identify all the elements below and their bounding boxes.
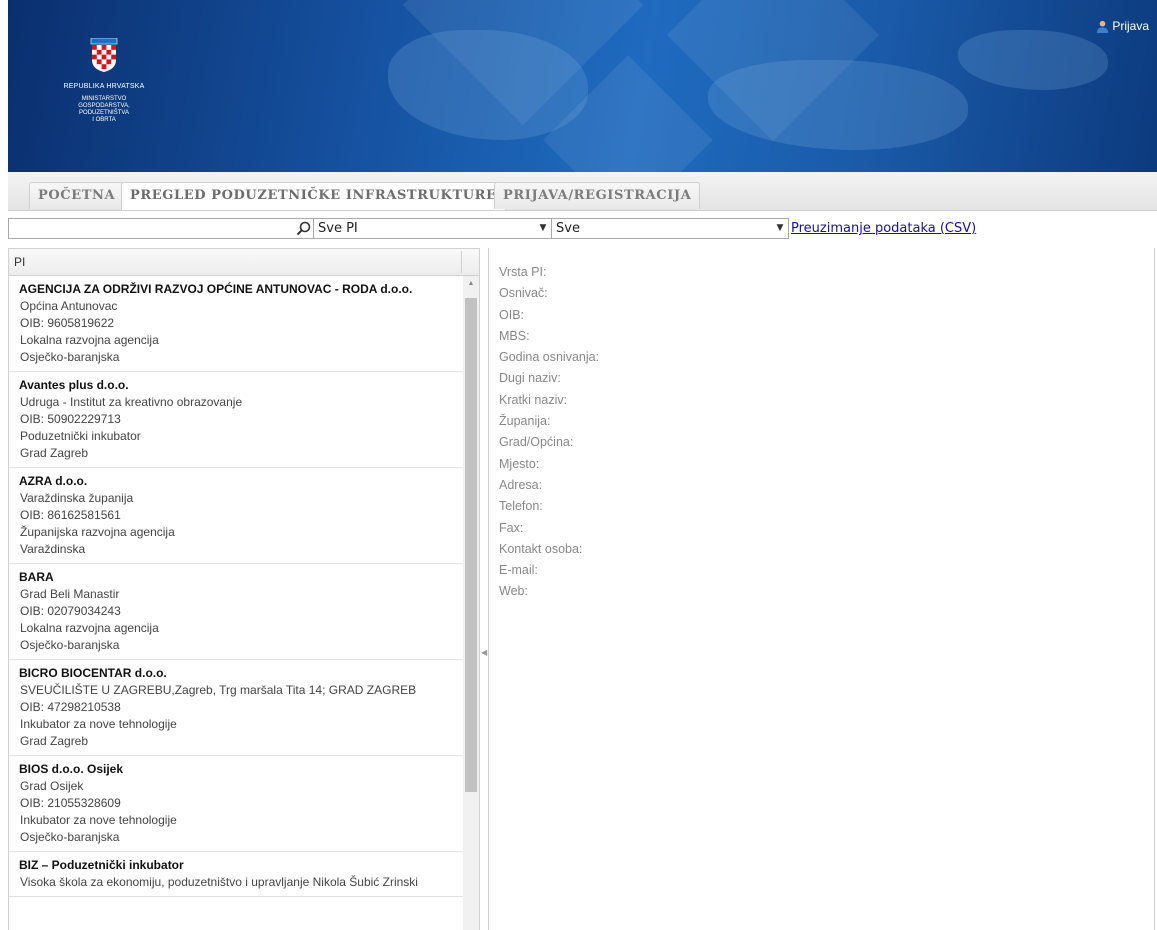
country-name: REPUBLIKA HRVATSKA	[63, 83, 145, 90]
search-input[interactable]	[8, 218, 314, 239]
detail-field: Mjesto:	[499, 456, 540, 471]
item-type: Lokalna razvojna agencija	[20, 333, 159, 347]
list-item[interactable]: BARA Grad Beli Manastir OIB: 02079034243…	[9, 564, 463, 660]
item-county: Osječko-baranjska	[20, 830, 120, 844]
login-link[interactable]: Prijava	[1096, 19, 1149, 33]
infrastructure-list: AGENCIJA ZA ODRŽIVI RAZVOJ OPĆINE ANTUNO…	[9, 276, 463, 897]
detail-field: Fax:	[499, 520, 524, 535]
item-type: Inkubator za nove tehnologije	[20, 717, 177, 731]
tab-pregled-infrastrukture[interactable]: PREGLED PODUZETNIČKE INFRASTRUKTURE	[121, 182, 506, 210]
ministry-logo: REPUBLIKA HRVATSKA MINISTARSTVO GOSPODAR…	[54, 37, 154, 124]
item-type: Lokalna razvojna agencija	[20, 621, 159, 635]
item-founder: Varaždinska županija	[20, 491, 134, 505]
list-item[interactable]: BIZ – Poduzetnički inkubator Visoka škol…	[9, 852, 463, 897]
detail-field: MBS:	[499, 328, 530, 343]
item-oib: OIB: 02079034243	[20, 604, 121, 618]
detail-field: Osnivač:	[499, 286, 548, 301]
item-name: BIOS d.o.o. Osijek	[19, 762, 124, 776]
item-type: Inkubator za nove tehnologije	[20, 813, 177, 827]
tab-prijava-registracija[interactable]: PRIJAVA/REGISTRACIJA	[494, 182, 701, 209]
item-name: AGENCIJA ZA ODRŽIVI RAZVOJ OPĆINE ANTUNO…	[19, 282, 413, 296]
item-name: BARA	[19, 570, 54, 584]
item-county: Grad Zagreb	[20, 734, 89, 748]
item-oib: OIB: 86162581561	[20, 508, 121, 522]
list-column-header[interactable]: PI	[9, 249, 479, 276]
list-item[interactable]: AZRA d.o.o. Varaždinska županija OIB: 86…	[9, 468, 463, 564]
item-oib: OIB: 50902229713	[20, 412, 121, 426]
tab-pocetna[interactable]: POČETNA	[29, 182, 125, 209]
scroll-up-icon[interactable]: ▲	[463, 276, 479, 292]
detail-field: Godina osnivanja:	[499, 350, 600, 365]
user-icon	[1097, 20, 1109, 33]
list-item[interactable]: BIOS d.o.o. Osijek Grad Osijek OIB: 2105…	[9, 756, 463, 852]
item-founder: Visoka škola za ekonomiju, poduzetništvo…	[20, 875, 418, 889]
search-icon[interactable]	[295, 220, 312, 237]
panel-splitter[interactable]: ◀	[480, 248, 489, 930]
item-name: BICRO BIOCENTAR d.o.o.	[19, 666, 167, 680]
item-county: Grad Zagreb	[20, 446, 89, 460]
collapse-arrow-icon[interactable]: ◀	[481, 648, 487, 657]
detail-field: Kontakt osoba:	[499, 541, 583, 556]
item-county: Varaždinska	[20, 542, 86, 556]
chevron-down-icon: ▼	[539, 223, 547, 233]
item-type: Županijska razvojna agencija	[20, 525, 175, 539]
item-founder: SVEUČILIŠTE U ZAGREBU,Zagreb, Trg maršal…	[20, 683, 417, 697]
coat-of-arms-icon	[90, 37, 118, 72]
list-item[interactable]: Avantes plus d.o.o. Udruga - Institut za…	[9, 372, 463, 468]
detail-field: Županija:	[499, 414, 551, 429]
item-oib: OIB: 9605819622	[20, 316, 115, 330]
scrollbar-thumb[interactable]	[465, 298, 477, 792]
item-county: Osječko-baranjska	[20, 638, 120, 652]
detail-panel: Vrsta PI: Osnivač: OIB: MBS: Godina osni…	[499, 262, 599, 603]
main-nav: POČETNA PREGLED PODUZETNIČKE INFRASTRUKT…	[8, 172, 1157, 211]
item-name: BIZ – Poduzetnički inkubator	[19, 858, 184, 872]
item-oib: OIB: 47298210538	[20, 700, 121, 714]
detail-field: Telefon:	[499, 499, 543, 514]
detail-field: Web:	[499, 584, 528, 599]
item-oib: OIB: 21055328609	[20, 796, 121, 810]
detail-field: E-mail:	[499, 563, 538, 578]
detail-field: Grad/Općina:	[499, 435, 574, 450]
list-item[interactable]: AGENCIJA ZA ODRŽIVI RAZVOJ OPĆINE ANTUNO…	[9, 276, 463, 372]
ministry-name: MINISTARSTVO GOSPODARSTVA, PODUZETNIŠTVA…	[78, 96, 130, 123]
item-founder: Grad Beli Manastir	[20, 587, 120, 601]
detail-field: Dugi naziv:	[499, 371, 561, 386]
county-select[interactable]: Sve ▼	[551, 218, 789, 239]
header-banner: REPUBLIKA HRVATSKA MINISTARSTVO GOSPODAR…	[8, 0, 1157, 172]
detail-field: Adresa:	[499, 477, 543, 492]
infrastructure-list-panel: PI AGENCIJA ZA ODRŽIVI RAZVOJ OPĆINE ANT…	[8, 248, 480, 930]
chevron-down-icon: ▼	[776, 223, 784, 233]
item-founder: Grad Osijek	[20, 779, 84, 793]
list-scrollbar[interactable]: ▲	[463, 276, 479, 930]
item-name: Avantes plus d.o.o.	[19, 378, 129, 392]
infrastructure-type-select[interactable]: Sve PI ▼	[313, 218, 552, 239]
detail-field: Kratki naziv:	[499, 392, 568, 407]
filter-bar: Sve PI ▼ Sve ▼ Preuzimanje podataka (CSV…	[8, 214, 1157, 244]
login-label: Prijava	[1112, 19, 1149, 33]
item-founder: Općina Antunovac	[20, 299, 118, 313]
detail-field: OIB:	[499, 307, 525, 322]
item-type: Poduzetnički inkubator	[20, 429, 141, 443]
detail-field: Vrsta PI:	[499, 265, 547, 279]
csv-download-link[interactable]: Preuzimanje podataka (CSV)	[791, 221, 976, 236]
list-item[interactable]: BICRO BIOCENTAR d.o.o. SVEUČILIŠTE U ZAG…	[9, 660, 463, 756]
item-founder: Udruga - Institut za kreativno obrazovan…	[20, 395, 243, 409]
item-name: AZRA d.o.o.	[19, 474, 88, 488]
item-county: Osječko-baranjska	[20, 350, 120, 364]
